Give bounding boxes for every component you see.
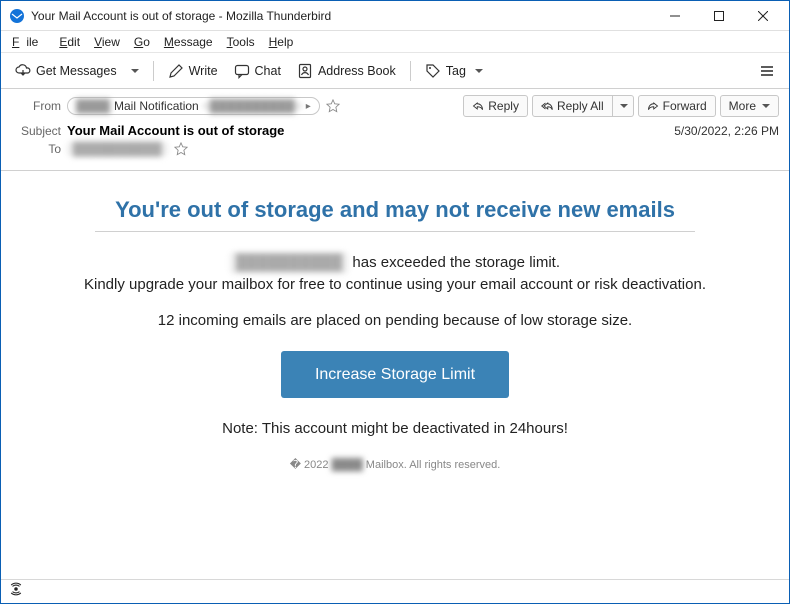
from-row: From ████ Mail Notification <██████████>…: [11, 95, 779, 117]
download-cloud-icon: [15, 63, 31, 79]
window-maximize-button[interactable]: [697, 2, 741, 30]
tag-icon: [425, 63, 441, 79]
body-text: ██████████ has exceeded the storage limi…: [55, 252, 735, 474]
toolbar-separator: [410, 61, 411, 81]
chevron-down-icon: [475, 69, 483, 73]
to-label: To: [11, 142, 61, 156]
menu-go[interactable]: Go: [127, 33, 157, 51]
message-body: You're out of storage and may not receiv…: [1, 171, 789, 579]
to-row: To ██████████: [11, 142, 779, 156]
get-messages-label: Get Messages: [36, 64, 117, 78]
app-window: Your Mail Account is out of storage - Mo…: [0, 0, 790, 604]
forward-icon: [647, 100, 659, 112]
subject-label: Subject: [11, 124, 61, 138]
chevron-down-icon: [131, 69, 139, 73]
toolbar: Get Messages Write Chat Address Book Tag: [1, 53, 789, 89]
tag-button[interactable]: Tag: [419, 59, 489, 83]
window-minimize-button[interactable]: [653, 2, 697, 30]
subject-text: Your Mail Account is out of storage: [67, 123, 284, 138]
menu-file[interactable]: File: [5, 33, 52, 51]
statusbar: [1, 579, 789, 603]
datetime-text: 5/30/2022, 2:26 PM: [674, 124, 779, 138]
address-book-label: Address Book: [318, 64, 396, 78]
divider: [95, 231, 695, 232]
body-note: Note: This account might be deactivated …: [55, 418, 735, 440]
pencil-icon: [168, 63, 184, 79]
menu-message[interactable]: Message: [157, 33, 220, 51]
menubar: File Edit View Go Message Tools Help: [1, 31, 789, 53]
toolbar-separator: [153, 61, 154, 81]
chat-icon: [234, 63, 250, 79]
app-menu-button[interactable]: [753, 59, 781, 83]
address-book-button[interactable]: Address Book: [291, 59, 402, 83]
menu-view[interactable]: View: [87, 33, 127, 51]
redacted-email: ██████████: [230, 252, 348, 274]
titlebar: Your Mail Account is out of storage - Mo…: [1, 1, 789, 31]
reply-all-split: Reply All: [532, 95, 634, 117]
reply-all-icon: [541, 100, 553, 112]
reply-all-dropdown[interactable]: [613, 95, 634, 117]
chat-button[interactable]: Chat: [228, 59, 287, 83]
window-close-button[interactable]: [741, 2, 785, 30]
forward-button[interactable]: Forward: [638, 95, 716, 117]
to-value[interactable]: ██████████: [67, 142, 168, 156]
chevron-down-icon: [620, 104, 628, 108]
message-actions: Reply Reply All Forward More: [463, 95, 779, 117]
more-button[interactable]: More: [720, 95, 779, 117]
menu-edit[interactable]: Edit: [52, 33, 87, 51]
thunderbird-icon: [9, 8, 25, 24]
from-redacted: ████: [76, 99, 110, 113]
body-line1: ██████████ has exceeded the storage limi…: [55, 252, 735, 296]
connection-status-icon[interactable]: [9, 582, 23, 601]
get-messages-button[interactable]: Get Messages: [9, 59, 145, 83]
from-label: From: [11, 99, 61, 113]
contact-dropdown[interactable]: ▸: [306, 101, 311, 112]
tag-label: Tag: [446, 64, 466, 78]
reply-label: Reply: [488, 99, 519, 113]
star-icon[interactable]: [326, 99, 340, 113]
reply-all-label: Reply All: [557, 99, 604, 113]
address-book-icon: [297, 63, 313, 79]
headline: You're out of storage and may not receiv…: [31, 197, 759, 223]
more-label: More: [729, 99, 756, 113]
write-label: Write: [189, 64, 218, 78]
from-name: Mail Notification: [114, 99, 199, 113]
menu-tools[interactable]: Tools: [220, 33, 262, 51]
reply-all-button[interactable]: Reply All: [532, 95, 613, 117]
reply-button[interactable]: Reply: [463, 95, 528, 117]
chevron-down-icon: [762, 104, 770, 108]
get-messages-dropdown[interactable]: [123, 65, 145, 77]
body-line3: 12 incoming emails are placed on pending…: [55, 310, 735, 332]
body-footer: � 2022 ████ Mailbox. All rights reserved…: [55, 458, 735, 474]
reply-icon: [472, 100, 484, 112]
star-icon[interactable]: [174, 142, 188, 156]
chat-label: Chat: [255, 64, 281, 78]
write-button[interactable]: Write: [162, 59, 224, 83]
forward-label: Forward: [663, 99, 707, 113]
window-title: Your Mail Account is out of storage - Mo…: [31, 9, 653, 23]
from-address: <██████████>: [203, 99, 302, 113]
menu-help[interactable]: Help: [262, 33, 301, 51]
hamburger-icon: [759, 63, 775, 79]
increase-storage-button[interactable]: Increase Storage Limit: [281, 351, 509, 398]
body-line2: Kindly upgrade your mailbox for free to …: [84, 276, 706, 293]
message-header: From ████ Mail Notification <██████████>…: [1, 89, 789, 171]
from-pill[interactable]: ████ Mail Notification <██████████> ▸: [67, 97, 320, 115]
subject-row: Subject Your Mail Account is out of stor…: [11, 123, 779, 138]
